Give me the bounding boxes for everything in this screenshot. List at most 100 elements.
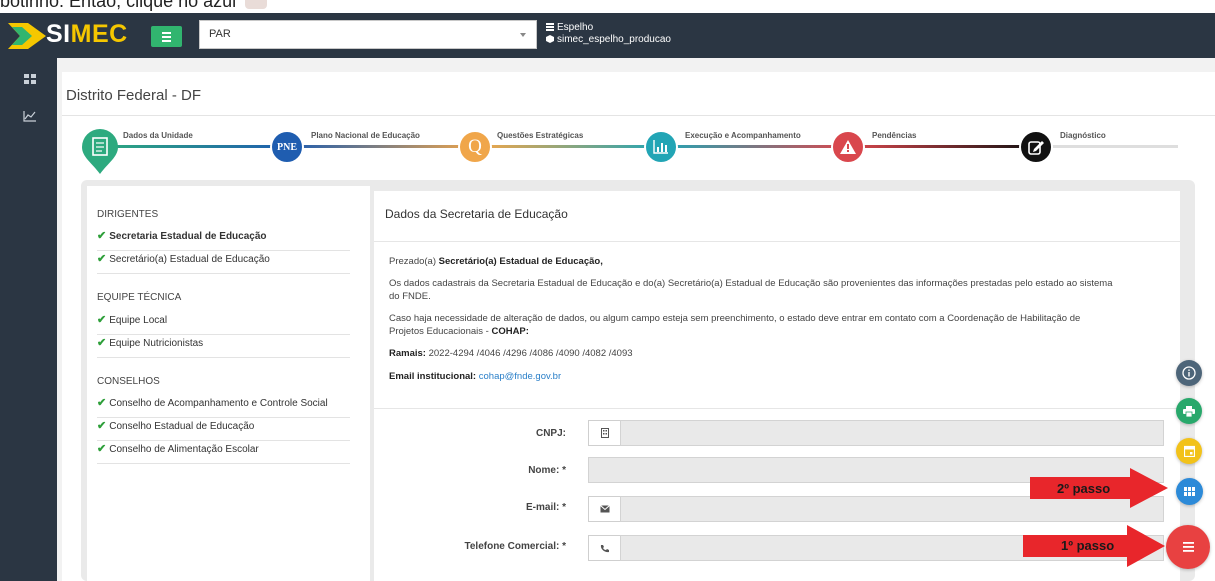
wizard-connector: [1038, 145, 1178, 148]
environment-database: simec_espelho_producao: [557, 34, 671, 45]
database-icon: [546, 23, 554, 31]
wizard-step-label: Plano Nacional de Educação: [311, 131, 420, 140]
check-icon: ✔: [97, 253, 107, 265]
pointing-hand-icon: [245, 0, 268, 10]
step-1-annotation: 1º passo: [1061, 538, 1115, 553]
cohap-label: COHAP:: [491, 326, 529, 337]
nav-item-secretario[interactable]: ✔ Secretário(a) Estadual de Educação: [97, 252, 350, 274]
warning-glyph: [840, 140, 856, 154]
cnpj-field[interactable]: [620, 420, 1164, 446]
wizard-step-label: Dados da Unidade: [123, 131, 193, 140]
wizard-step-label: Questões Estratégicas: [497, 131, 584, 140]
pne-icon-text: PNE: [277, 141, 297, 153]
environment-name: Espelho: [557, 22, 594, 33]
nav-item-conselho-estadual[interactable]: ✔ Conselho Estadual de Educação: [97, 419, 350, 441]
environment-line-1: Espelho: [546, 22, 671, 34]
caption-text: botinho. Então, clique no azul: [0, 0, 237, 11]
phone-icon: [588, 535, 621, 561]
document-icon: [82, 129, 118, 174]
nav-item-label: Secretário(a) Estadual de Educação: [109, 254, 270, 265]
nav-item-equipe-local[interactable]: ✔ Equipe Local: [97, 313, 350, 335]
nav-group-dirigentes: DIRIGENTES: [97, 209, 159, 220]
envelope-icon: [588, 496, 621, 522]
module-select-value: PAR: [209, 28, 231, 40]
nav-item-equipe-nutricionistas[interactable]: ✔ Equipe Nutricionistas: [97, 336, 350, 358]
environment-line-2: simec_espelho_producao: [546, 34, 671, 46]
hamburger-bar: [162, 39, 171, 42]
apps-fab[interactable]: [1176, 478, 1203, 505]
telefone-label: Telefone Comercial: *: [464, 541, 566, 552]
info-paragraph-2-line-1: Caso haja necessidade de alteração de da…: [389, 313, 1081, 324]
top-navbar: SIMEC PAR Espelho simec_espelho_producao: [0, 13, 1215, 58]
ramais-label: Ramais:: [389, 348, 426, 359]
email-institucional-link[interactable]: cohap@fnde.gov.br: [479, 371, 561, 382]
email-label: E-mail: *: [525, 502, 566, 513]
bar-chart-glyph: [653, 140, 668, 154]
wizard-step-label: Diagnóstico: [1060, 131, 1106, 140]
building-icon: [588, 420, 621, 446]
wizard-step-label: Execução e Acompanhamento: [685, 131, 801, 140]
logo-prefix: SI: [46, 20, 71, 48]
calendar-icon: [1183, 445, 1195, 457]
grid-icon: [1184, 487, 1195, 496]
check-icon: ✔: [97, 337, 107, 349]
building-glyph: [600, 428, 609, 438]
ramais-value: 2022-4294 /4046 /4296 /4086 /4090 /4082 …: [425, 348, 633, 359]
chevron-down-icon: [520, 33, 526, 37]
form-title: Dados da Secretaria de Educação: [385, 207, 568, 221]
grid-icon[interactable]: [23, 73, 37, 85]
wizard-connector: [662, 145, 850, 148]
divider: [62, 115, 1215, 116]
paragraph-prefix: Projetos Educacionais -: [389, 326, 492, 337]
step-2-annotation: 2º passo: [1057, 481, 1111, 496]
calendar-fab[interactable]: [1176, 438, 1202, 464]
hamburger-menu-button[interactable]: [151, 26, 182, 47]
phone-glyph: [600, 544, 609, 552]
main-menu-fab[interactable]: [1166, 525, 1210, 569]
nav-item-conselho-acompanhamento[interactable]: ✔ Conselho de Acompanhamento e Controle S…: [97, 396, 350, 418]
check-icon: ✔: [97, 420, 107, 432]
check-icon: ✔: [97, 230, 107, 242]
warning-icon: [831, 130, 865, 164]
environment-info: Espelho simec_espelho_producao: [546, 22, 671, 46]
nav-item-label: Conselho de Alimentação Escolar: [109, 444, 259, 455]
greeting-prefix: Prezado(a): [389, 256, 439, 267]
nav-group-equipe-tecnica: EQUIPE TÉCNICA: [97, 292, 182, 303]
wizard-step-label: Pendências: [872, 131, 917, 140]
wizard-connector: [850, 145, 1038, 148]
cnpj-label: CNPJ:: [535, 428, 566, 439]
pne-icon: PNE: [270, 130, 304, 164]
screenshot-root: botinho. Então, clique no azul SIMEC PAR…: [0, 0, 1215, 581]
wizard-connector: [480, 145, 662, 148]
nav-item-conselho-alimentacao[interactable]: ✔ Conselho de Alimentação Escolar: [97, 442, 350, 464]
nome-label: Nome: *: [528, 465, 566, 476]
ramais-line: Ramais: 2022-4294 /4046 /4296 /4086 /409…: [389, 347, 633, 360]
check-icon: ✔: [97, 443, 107, 455]
info-fab[interactable]: [1176, 360, 1202, 386]
edit-glyph: [1028, 141, 1044, 155]
app-logo-text[interactable]: SIMEC: [46, 20, 128, 49]
envelope-glyph: [599, 505, 610, 513]
info-paragraph-1-line-2: do FNDE.: [389, 291, 431, 302]
simec-logo-icon: [8, 23, 46, 49]
bar-chart-icon: [644, 130, 678, 164]
cube-icon: [546, 35, 554, 43]
nav-group-conselhos: CONSELHOS: [97, 376, 160, 387]
check-icon: ✔: [97, 314, 107, 326]
nav-item-label: Secretaria Estadual de Educação: [109, 231, 267, 242]
logo-suffix: MEC: [70, 20, 128, 48]
wizard-connector: [290, 145, 480, 148]
nav-item-secretaria[interactable]: ✔ Secretaria Estadual de Educação: [97, 229, 350, 251]
form-card: [374, 191, 1180, 581]
print-fab[interactable]: [1176, 398, 1202, 424]
chart-line-icon[interactable]: [23, 110, 37, 122]
question-icon-text: Q: [468, 136, 482, 157]
email-line: Email institucional: cohap@fnde.gov.br: [389, 370, 561, 383]
module-select[interactable]: PAR: [199, 20, 537, 49]
edit-icon: [1019, 130, 1053, 164]
divider: [374, 408, 1180, 409]
instruction-caption: botinho. Então, clique no azul: [0, 0, 268, 11]
info-paragraph-1-line-1: Os dados cadastrais da Secretaria Estadu…: [389, 278, 1113, 289]
nav-item-label: Conselho de Acompanhamento e Controle So…: [109, 398, 328, 409]
email-institucional-label: Email institucional:: [389, 371, 477, 382]
